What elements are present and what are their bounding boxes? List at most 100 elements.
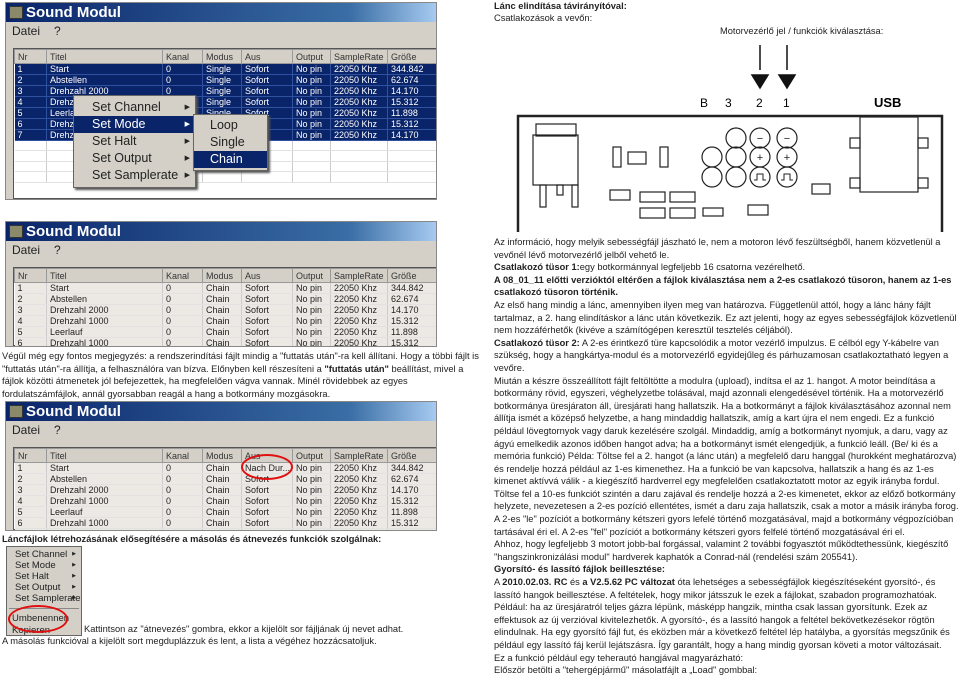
context-menu-item[interactable]: Set Samplerate ▶: [74, 167, 195, 184]
context-menu-item[interactable]: Set Mode ▶: [7, 560, 81, 571]
table-cell: 344.842: [387, 282, 436, 294]
table-cell: 0: [162, 517, 203, 529]
table-cell: Single: [202, 74, 242, 86]
table-cell: 5: [14, 326, 47, 338]
context-menu-item[interactable]: Set Channel ▶: [74, 99, 195, 116]
column-header[interactable]: SampleRate: [330, 49, 388, 64]
table-row[interactable]: 3 Drehzahl 2000 0 Chain Sofort No pin 22050 Kh…: [14, 484, 436, 496]
table-cell: 22050 Khz: [330, 517, 388, 529]
column-header[interactable]: Kanal: [162, 448, 203, 463]
submenu-item[interactable]: Chain: [194, 151, 267, 168]
table-cell: 22050 Khz: [330, 74, 388, 86]
column-header[interactable]: Modus: [202, 49, 242, 64]
context-menu-item[interactable]: Set Halt ▶: [74, 133, 195, 150]
table-cell: Sofort: [241, 495, 293, 507]
column-header[interactable]: Titel: [46, 268, 163, 283]
table-cell: Sofort: [241, 337, 293, 346]
table-cell: 62.674: [387, 473, 436, 485]
table-cell: 15.312: [387, 315, 436, 327]
table-row[interactable]: 4 Drehzahl 1000 0 Chain Sofort No pin 22050 Kh…: [14, 315, 436, 327]
context-menu-item[interactable]: Set Output ▶: [74, 150, 195, 167]
table-row[interactable]: 5 Leerlauf 0 Chain Sofort No pin 22050 Khz 11.8…: [14, 326, 436, 338]
menu-item[interactable]: Datei: [12, 423, 40, 437]
highlight-circle: [8, 605, 68, 633]
menu-item[interactable]: ?: [54, 243, 61, 257]
column-header[interactable]: Modus: [202, 448, 242, 463]
table-cell: 11.898: [387, 326, 436, 338]
menu-item-label: Set Output: [15, 582, 61, 593]
table-row[interactable]: 6 Drehzahl 1000 0 Chain Sofort No pin 22050 Kh…: [14, 337, 436, 346]
table-row[interactable]: 1 Start 0 Chain Sofort No pin 22050 Khz 344.842: [14, 282, 436, 294]
table-row[interactable]: 1 Start 0 Single Sofort No pin 22050 Khz 344.84…: [14, 63, 436, 75]
table-row[interactable]: 4 Drehzahl 1000 0 Chain Sofort No pin 22050 Kh…: [14, 495, 436, 507]
table-cell: No pin: [292, 96, 331, 108]
context-menu-item[interactable]: Set Halt ▶: [7, 571, 81, 582]
column-header[interactable]: Größe: [387, 268, 436, 283]
paragraph: Gyorsító- és lassító fájlok beillesztése…: [494, 563, 959, 576]
table-row[interactable]: 3 Drehzahl 2000 0 Chain Sofort No pin 22050 Kh…: [14, 304, 436, 316]
column-header[interactable]: Modus: [202, 268, 242, 283]
submenu-item[interactable]: Loop: [194, 117, 267, 134]
table-cell: Sofort: [241, 293, 293, 305]
context-menu-item[interactable]: Set Mode ▶: [74, 116, 195, 133]
table-row[interactable]: 5 Leerlauf 0 Chain Sofort No pin 22050 Khz 11.8…: [14, 506, 436, 518]
column-header[interactable]: Kanal: [162, 268, 203, 283]
table-cell: Sofort: [241, 506, 293, 518]
menu-item[interactable]: Datei: [12, 24, 40, 38]
column-header[interactable]: Output: [292, 268, 331, 283]
header-row: Nr Titel Kanal Modus Aus Output SampleRate Größ…: [14, 49, 436, 64]
table-cell: Chain: [202, 528, 242, 530]
column-header[interactable]: Aus: [241, 49, 293, 64]
table-row[interactable]: 2 Abstellen 0 Chain Sofort No pin 22050 Khz 62.…: [14, 473, 436, 485]
column-header[interactable]: Größe: [387, 49, 436, 64]
column-header[interactable]: SampleRate: [330, 268, 388, 283]
column-header[interactable]: Output: [292, 49, 331, 64]
table-cell: 22050 Khz: [330, 293, 388, 305]
file-list: Nr Titel Kanal Modus Aus Output SampleRate Größ…: [13, 267, 436, 346]
context-menu-item[interactable]: Set Samplerate ▶: [7, 593, 81, 604]
table-cell: 344.842: [387, 462, 436, 474]
window-title: Sound Modul: [26, 403, 121, 420]
menu-item[interactable]: ?: [54, 423, 61, 437]
window-title: Sound Modul: [26, 4, 121, 21]
text-run: Gyorsító- és lassító fájlok beillesztése…: [494, 564, 666, 575]
column-header[interactable]: Aus: [241, 268, 293, 283]
table-row[interactable]: 2 Abstellen 0 Single Sofort No pin 22050 Khz 62…: [14, 74, 436, 86]
column-header[interactable]: Output: [292, 448, 331, 463]
table-cell: 14.170: [387, 484, 436, 496]
app-icon: [9, 405, 23, 418]
table-cell: 22050 Khz: [330, 528, 388, 530]
submenu-arrow-icon: ▶: [184, 138, 190, 145]
table-row[interactable]: 6 Drehzahl 1000 0 Chain Sofort No pin 22050 Kh…: [14, 517, 436, 529]
table-cell: Drehzahl 1000: [46, 495, 163, 507]
column-header[interactable]: SampleRate: [330, 448, 388, 463]
submenu-arrow-icon: ▶: [72, 595, 76, 601]
column-header[interactable]: Größe: [387, 448, 436, 463]
context-menu-item[interactable]: Set Output ▶: [7, 582, 81, 593]
column-header[interactable]: Titel: [46, 49, 163, 64]
column-header[interactable]: Nr: [14, 448, 47, 463]
context-menu-item[interactable]: Set Channel ▶: [7, 549, 81, 560]
title-bar: Sound Modul: [6, 222, 436, 241]
submenu-arrow-icon: ▶: [184, 172, 190, 179]
column-header[interactable]: Nr: [14, 49, 47, 64]
table-row[interactable]: 2 Abstellen 0 Chain Sofort No pin 22050 Khz 62.…: [14, 293, 436, 305]
sound-modul-window-3: Sound Modul Datei? Nr Titel Kanal Modus Aus Out…: [5, 401, 437, 531]
pin-label: USB: [874, 95, 901, 110]
menu-item[interactable]: ?: [54, 24, 61, 38]
menu-item[interactable]: Datei: [12, 243, 40, 257]
column-header[interactable]: Kanal: [162, 49, 203, 64]
table-cell: 3: [14, 304, 47, 316]
table-cell: 0: [162, 63, 203, 75]
table-cell: No pin: [292, 315, 331, 327]
submenu-item[interactable]: Single: [194, 134, 267, 151]
table-cell: 4: [14, 96, 47, 108]
table-cell: 0: [162, 337, 203, 346]
chain-files-heading: Láncfájlok létrehozásának elősegítésére …: [2, 534, 382, 544]
table-cell: 22050 Khz: [330, 129, 388, 141]
column-header[interactable]: Titel: [46, 448, 163, 463]
text-run: és: [567, 577, 583, 588]
table-row[interactable]: 7Drehzahl 20000ChainSofortNo pin22050 Kh…: [14, 528, 436, 530]
table-row[interactable]: 1 Start 0 Chain Nach Dur... No pin 22050 Khz 34…: [14, 462, 436, 474]
column-header[interactable]: Nr: [14, 268, 47, 283]
